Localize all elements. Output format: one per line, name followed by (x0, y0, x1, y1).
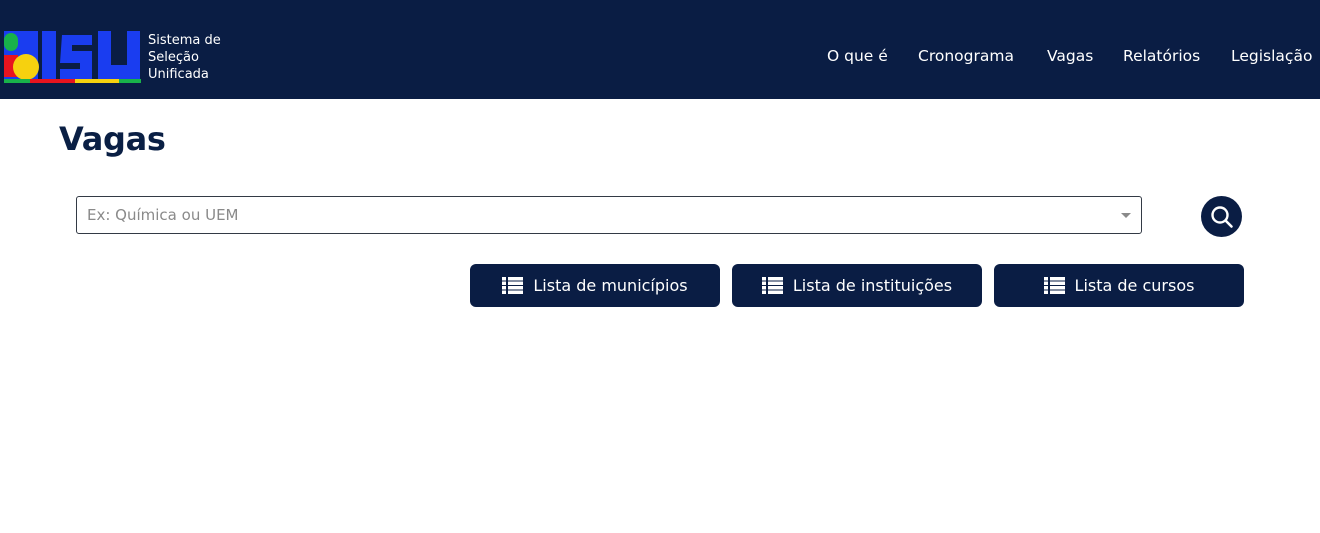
button-label: Lista de cursos (1074, 276, 1195, 295)
search-input[interactable] (87, 197, 1107, 233)
list-icon (761, 277, 783, 294)
logo-text-line: Unificada (148, 67, 209, 82)
nav-item-vagas[interactable]: Vagas (1047, 46, 1093, 66)
list-icon (502, 277, 524, 294)
nav-item-o-que-e[interactable]: O que é (827, 46, 888, 66)
main-nav: O que é Cronograma Vagas Relatórios Legi… (0, 46, 1320, 68)
municipios-list-button[interactable]: Lista de municípios (470, 264, 720, 307)
search-button[interactable] (1201, 196, 1242, 237)
chevron-down-icon[interactable] (1121, 213, 1131, 218)
button-label: Lista de instituições (792, 276, 953, 295)
nav-item-legislacao[interactable]: Legislação (1231, 46, 1312, 66)
search-icon (1210, 205, 1233, 228)
nav-item-relatorios[interactable]: Relatórios (1123, 46, 1200, 66)
cursos-list-button[interactable]: Lista de cursos (994, 264, 1244, 307)
nav-item-cronograma[interactable]: Cronograma (918, 46, 1014, 66)
button-label: Lista de municípios (533, 276, 688, 295)
list-icon (1043, 277, 1065, 294)
page-title: Vagas (59, 120, 166, 158)
search-select[interactable] (76, 196, 1142, 234)
site-header: Sistema de Seleção Unificada O que é Cro… (0, 0, 1320, 99)
instituicoes-list-button[interactable]: Lista de instituições (732, 264, 982, 307)
